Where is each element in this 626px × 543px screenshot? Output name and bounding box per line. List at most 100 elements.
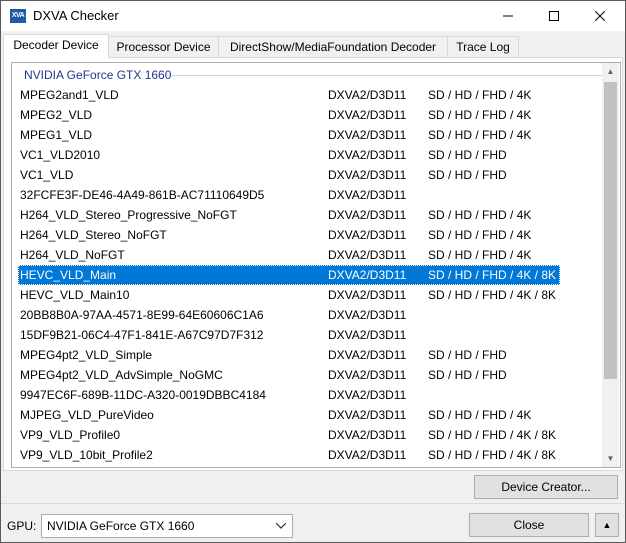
maximize-button[interactable] xyxy=(531,1,577,31)
tab-trace-log[interactable]: Trace Log xyxy=(447,36,519,57)
close-button[interactable]: Close xyxy=(469,513,589,537)
decoder-api: DXVA2/D3D11 xyxy=(328,88,407,102)
decoder-name: MPEG4pt2_VLD_Simple xyxy=(20,348,153,362)
decoder-api: DXVA2/D3D11 xyxy=(328,268,407,282)
decoder-api: DXVA2/D3D11 xyxy=(328,428,407,442)
decoder-api: DXVA2/D3D11 xyxy=(328,448,407,462)
decoder-name: VP9_VLD_10bit_Profile2 xyxy=(20,448,153,462)
decoder-name: H264_VLD_Stereo_Progressive_NoFGT xyxy=(20,208,237,222)
list-item[interactable]: H264_VLD_NoFGT DXVA2/D3D11 SD / HD / FHD /… xyxy=(18,245,560,265)
close-window-button[interactable] xyxy=(577,1,623,31)
decoder-api: DXVA2/D3D11 xyxy=(328,148,407,162)
decoder-device-panel: NVIDIA GeForce GTX 1660 MPEG2and1_VLD DXV… xyxy=(3,57,623,471)
decoder-name: MPEG2_VLD xyxy=(20,108,93,122)
gpu-dropdown[interactable]: NVIDIA GeForce GTX 1660 xyxy=(41,514,293,538)
decoder-resolutions: SD / HD / FHD / 4K xyxy=(428,88,532,102)
decoder-api: DXVA2/D3D11 xyxy=(328,368,407,382)
decoder-name: MPEG4pt2_VLD_AdvSimple_NoGMC xyxy=(20,368,223,382)
decoder-resolutions: SD / HD / FHD xyxy=(428,348,507,362)
list-item[interactable]: 20BB8B0A-97AA-4571-8E99-64E60606C1A6 DXVA… xyxy=(18,305,560,325)
decoder-resolutions: SD / HD / FHD xyxy=(428,368,507,382)
decoder-name: MPEG1_VLD xyxy=(20,128,93,142)
decoder-resolutions: SD / HD / FHD xyxy=(428,148,507,162)
decoder-resolutions: SD / HD / FHD / 4K xyxy=(428,248,532,262)
decoder-list[interactable]: NVIDIA GeForce GTX 1660 MPEG2and1_VLD DXV… xyxy=(11,62,621,468)
decoder-resolutions: SD / HD / FHD xyxy=(428,168,507,182)
decoder-name: HEVC_VLD_Main xyxy=(20,268,117,282)
decoder-api: DXVA2/D3D11 xyxy=(328,108,407,122)
decoder-name: VC1_VLD2010 xyxy=(20,148,101,162)
vertical-scrollbar[interactable]: ▲ ▼ xyxy=(602,63,619,467)
decoder-resolutions: SD / HD / FHD / 4K xyxy=(428,208,532,222)
gpu-label: GPU: xyxy=(7,519,37,533)
decoder-api: DXVA2/D3D11 xyxy=(328,408,407,422)
minimize-icon xyxy=(503,15,513,17)
list-item[interactable]: VP9_VLD_Profile0 DXVA2/D3D11 SD / HD / FHD… xyxy=(18,425,560,445)
device-creator-button[interactable]: Device Creator... xyxy=(474,475,618,499)
tab-processor-device[interactable]: Processor Device xyxy=(108,36,219,57)
minimize-button[interactable] xyxy=(485,1,531,31)
decoder-name: 32FCFE3F-DE46-4A49-861B-AC71110649D5 xyxy=(20,188,265,202)
decoder-resolutions: SD / HD / FHD / 4K xyxy=(428,128,532,142)
decoder-name: 9947EC6F-689B-11DC-A320-0019DBBC4184 xyxy=(20,388,266,402)
scroll-up-icon[interactable]: ▲ xyxy=(602,63,619,80)
scroll-down-icon[interactable]: ▼ xyxy=(602,450,619,467)
list-item[interactable]: MPEG4pt2_VLD_AdvSimple_NoGMC DXVA2/D3D11 S… xyxy=(18,365,560,385)
list-item[interactable]: H264_VLD_Stereo_NoFGT DXVA2/D3D11 SD / HD … xyxy=(18,225,560,245)
tab-decoder-device[interactable]: Decoder Device xyxy=(3,34,109,58)
chevron-down-icon xyxy=(274,519,288,533)
decoder-api: DXVA2/D3D11 xyxy=(328,228,407,242)
list-item[interactable]: MPEG2_VLD DXVA2/D3D11 SD / HD / FHD / 4K xyxy=(18,105,560,125)
decoder-resolutions: SD / HD / FHD / 4K / 8K xyxy=(428,288,557,302)
decoder-api: DXVA2/D3D11 xyxy=(328,188,407,202)
list-item[interactable]: MPEG2and1_VLD DXVA2/D3D11 SD / HD / FHD / … xyxy=(18,85,560,105)
tab-directshow-mediafoundation-decoder[interactable]: DirectShow/MediaFoundation Decoder xyxy=(218,36,448,57)
list-item[interactable]: H264_VLD_Stereo_Progressive_NoFGT DXVA2/D… xyxy=(18,205,560,225)
collapse-up-button[interactable]: ▲ xyxy=(595,513,619,537)
decoder-api: DXVA2/D3D11 xyxy=(328,288,407,302)
decoder-resolutions: SD / HD / FHD / 4K xyxy=(428,108,532,122)
list-item[interactable]: MPEG1_VLD DXVA2/D3D11 SD / HD / FHD / 4K xyxy=(18,125,560,145)
app-icon: XVA xyxy=(10,9,26,23)
list-item[interactable]: 15DF9B21-06C4-47F1-841E-A67C97D7F312 DXVA… xyxy=(18,325,560,345)
decoder-api: DXVA2/D3D11 xyxy=(328,328,407,342)
scrollbar-thumb[interactable] xyxy=(604,82,617,379)
decoder-name: VC1_VLD xyxy=(20,168,74,182)
decoder-name: 15DF9B21-06C4-47F1-841E-A67C97D7F312 xyxy=(20,328,264,342)
decoder-name: H264_VLD_NoFGT xyxy=(20,248,125,262)
close-icon xyxy=(594,10,606,22)
decoder-name: MPEG2and1_VLD xyxy=(20,88,119,102)
decoder-name: VP9_VLD_Profile0 xyxy=(20,428,121,442)
list-item[interactable]: 9947EC6F-689B-11DC-A320-0019DBBC4184 DXVA… xyxy=(18,385,560,405)
group-header-gpu: NVIDIA GeForce GTX 1660 xyxy=(24,68,172,82)
list-item[interactable]: HEVC_VLD_Main10 DXVA2/D3D11 SD / HD / FHD … xyxy=(18,285,560,305)
group-divider xyxy=(172,75,602,76)
decoder-api: DXVA2/D3D11 xyxy=(328,248,407,262)
list-item[interactable]: MPEG4pt2_VLD_Simple DXVA2/D3D11 SD / HD / … xyxy=(18,345,560,365)
decoder-resolutions: SD / HD / FHD / 4K xyxy=(428,408,532,422)
decoder-api: DXVA2/D3D11 xyxy=(328,388,407,402)
decoder-name: MJPEG_VLD_PureVideo xyxy=(20,408,154,422)
decoder-api: DXVA2/D3D11 xyxy=(328,168,407,182)
decoder-api: DXVA2/D3D11 xyxy=(328,348,407,362)
decoder-name: HEVC_VLD_Main10 xyxy=(20,288,130,302)
window-title: DXVA Checker xyxy=(33,8,119,23)
decoder-resolutions: SD / HD / FHD / 4K / 8K xyxy=(428,448,557,462)
decoder-resolutions: SD / HD / FHD / 4K / 8K xyxy=(428,268,557,282)
arrow-up-icon: ▲ xyxy=(602,520,612,530)
list-item[interactable]: VC1_VLD2010 DXVA2/D3D11 SD / HD / FHD xyxy=(18,145,560,165)
title-bar: XVA DXVA Checker xyxy=(1,1,625,31)
decoder-resolutions: SD / HD / FHD / 4K xyxy=(428,228,532,242)
decoder-name: 20BB8B0A-97AA-4571-8E99-64E60606C1A6 xyxy=(20,308,264,322)
decoder-api: DXVA2/D3D11 xyxy=(328,208,407,222)
list-item[interactable]: VC1_VLD DXVA2/D3D11 SD / HD / FHD xyxy=(18,165,560,185)
maximize-icon xyxy=(549,11,559,21)
gpu-dropdown-value: NVIDIA GeForce GTX 1660 xyxy=(47,519,195,533)
dxva-checker-window: XVA DXVA Checker Decoder Device Processo… xyxy=(0,0,626,543)
footer-divider xyxy=(1,503,625,504)
list-item[interactable]: HEVC_VLD_Main DXVA2/D3D11 SD / HD / FHD / … xyxy=(18,265,560,285)
list-item[interactable]: 32FCFE3F-DE46-4A49-861B-AC71110649D5 DXVA… xyxy=(18,185,560,205)
list-item[interactable]: MJPEG_VLD_PureVideo DXVA2/D3D11 SD / HD / … xyxy=(18,405,560,425)
decoder-api: DXVA2/D3D11 xyxy=(328,308,407,322)
list-item[interactable]: VP9_VLD_10bit_Profile2 DXVA2/D3D11 SD / HD… xyxy=(18,445,560,465)
